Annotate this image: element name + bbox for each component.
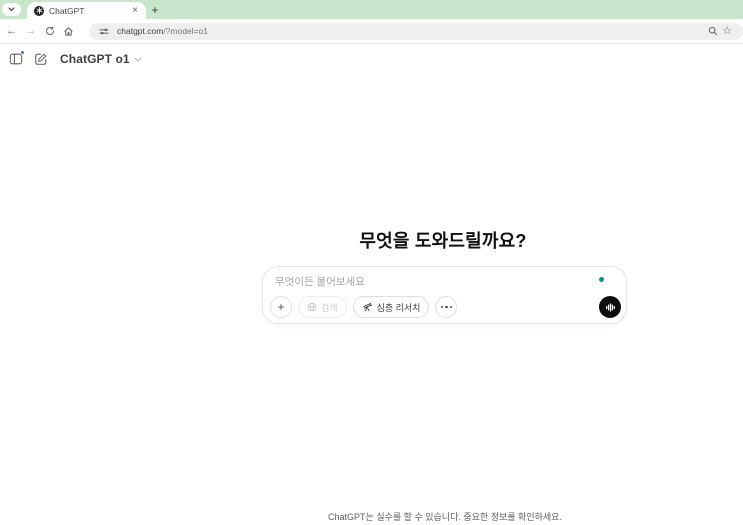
search-button[interactable]: 검색: [298, 296, 347, 318]
site-settings-icon: [99, 28, 109, 34]
page-header: ChatGPT o1: [6, 49, 142, 69]
search-label: 검색: [321, 302, 338, 313]
compose-icon: [35, 53, 47, 65]
deep-research-button[interactable]: 심층 리서치: [352, 296, 430, 318]
address-bar[interactable]: chatgpt.com/?model=o1 ☆: [89, 22, 743, 40]
bookmark-star-button[interactable]: ☆: [720, 24, 734, 38]
composer: + 검색 심층 리서치: [262, 266, 627, 324]
browser-toolbar: ← → chatgpt.com/?model=o1 ☆: [0, 19, 743, 43]
deep-research-label: 심층 리서치: [376, 302, 421, 313]
magnifier-icon: [708, 26, 718, 36]
notification-dot: [20, 50, 25, 55]
telescope-icon: [362, 302, 372, 312]
composer-toolbar: + 검색 심층 리서치: [270, 296, 458, 318]
browser-tab-chatgpt[interactable]: ChatGPT ×: [27, 2, 146, 19]
tab-title: ChatGPT: [49, 5, 85, 16]
tab-search-button[interactable]: [2, 3, 21, 16]
greeting-heading: 무엇을 도와드릴까요?: [359, 231, 527, 251]
forward-button[interactable]: →: [21, 22, 40, 41]
status-dot: [599, 277, 604, 282]
more-options-button[interactable]: [435, 296, 458, 318]
back-button[interactable]: ←: [2, 22, 21, 41]
url-domain: chatgpt.com: [117, 26, 164, 36]
new-chat-button[interactable]: [31, 49, 51, 69]
browser-window: ChatGPT × + ← → chatgpt.com/?model=o1 ☆: [0, 0, 743, 525]
disclaimer-text: ChatGPT는 실수를 할 수 있습니다. 중요한 정보를 확인하세요.: [328, 512, 562, 522]
chatgpt-page: ChatGPT o1 무엇을 도와드릴까요? + 검색 심층 리서치: [0, 44, 743, 525]
globe-icon: [307, 302, 317, 312]
home-icon: [64, 26, 73, 36]
chevron-down-icon: [8, 7, 15, 12]
site-info-button[interactable]: [97, 24, 111, 38]
waveform-icon: [605, 302, 615, 312]
voice-mode-button[interactable]: [599, 296, 621, 318]
tab-close-icon[interactable]: ×: [130, 5, 140, 17]
url-path: /?model=o1: [163, 26, 208, 36]
reload-button[interactable]: [40, 22, 59, 41]
star-icon: ☆: [722, 24, 732, 37]
chevron-down-icon: [134, 56, 142, 62]
url-text: chatgpt.com/?model=o1: [117, 26, 208, 36]
sidebar-toggle-button[interactable]: [6, 49, 26, 69]
ellipsis-icon: [440, 305, 453, 309]
reload-icon: [45, 26, 54, 35]
home-button[interactable]: [59, 22, 78, 41]
attach-button[interactable]: +: [270, 296, 292, 318]
zoom-button[interactable]: [706, 24, 720, 38]
model-switcher[interactable]: ChatGPT o1: [60, 52, 142, 66]
prompt-input[interactable]: [275, 274, 585, 290]
new-tab-button[interactable]: +: [147, 2, 163, 18]
model-switcher-label: ChatGPT o1: [60, 52, 130, 66]
chatgpt-favicon-icon: [34, 5, 44, 16]
tab-strip: ChatGPT × +: [0, 0, 743, 19]
